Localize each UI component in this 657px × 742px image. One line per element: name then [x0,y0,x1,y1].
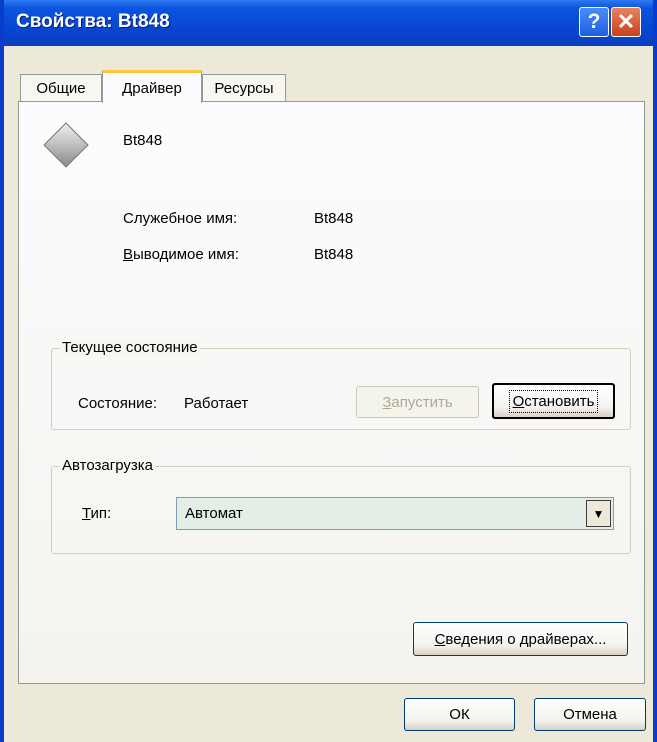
stop-label: Остановить [508,389,599,413]
service-name-label: Служебное имя: [123,210,238,227]
type-label: Тип: [82,505,111,522]
close-icon: ✕ [616,9,636,34]
driver-info-accel: С [434,630,446,648]
start-label-rest: апустить [391,393,453,411]
driver-info-button[interactable]: Сведения о драйверах... [413,622,628,656]
cancel-button[interactable]: Отмена [534,698,646,731]
start-accel: З [382,393,392,411]
title-bar[interactable]: Свойства: Bt848 ? ✕ [4,0,653,46]
startup-type-value: Автомат [185,505,243,522]
display-name-value: Bt848 [314,246,354,263]
window-title: Свойства: Bt848 [16,11,170,32]
tab-general[interactable]: Общие [20,74,102,102]
type-accel: Т [82,505,91,522]
current-state-title: Текущее состояние [60,339,200,356]
start-button[interactable]: Запустить [356,386,479,418]
chevron-down-icon: ▼ [592,506,605,521]
status-value: Работает [184,395,249,412]
stop-button[interactable]: Остановить [492,383,615,419]
status-label: Состояние: [78,395,158,412]
ok-button[interactable]: ОК [404,698,515,731]
help-button[interactable]: ? [579,7,609,37]
autostart-title: Автозагрузка [60,457,155,474]
device-name: Bt848 [123,132,163,149]
display-name-label: Выводимое имя: [123,246,239,263]
dropdown-arrow-button[interactable]: ▼ [586,500,611,527]
display-name-label-rest: ыводимое имя: [133,246,239,263]
tab-strip: Общие Драйвер Ресурсы [4,70,653,103]
type-label-rest: ип: [90,505,112,522]
stop-label-rest: становить [524,392,595,410]
close-button[interactable]: ✕ [611,7,641,37]
properties-dialog: Свойства: Bt848 ? ✕ Общие Драйвер Ресурс… [0,0,657,742]
startup-type-select[interactable]: Автомат ▼ [176,497,614,530]
stop-accel: О [512,392,525,410]
driver-info-label-rest: ведения о драйверах... [445,630,607,648]
tab-driver[interactable]: Драйвер [102,70,202,103]
display-name-accel: В [123,246,134,263]
service-name-value: Bt848 [314,210,354,227]
tab-resources[interactable]: Ресурсы [202,74,286,102]
question-icon: ? [587,10,601,33]
